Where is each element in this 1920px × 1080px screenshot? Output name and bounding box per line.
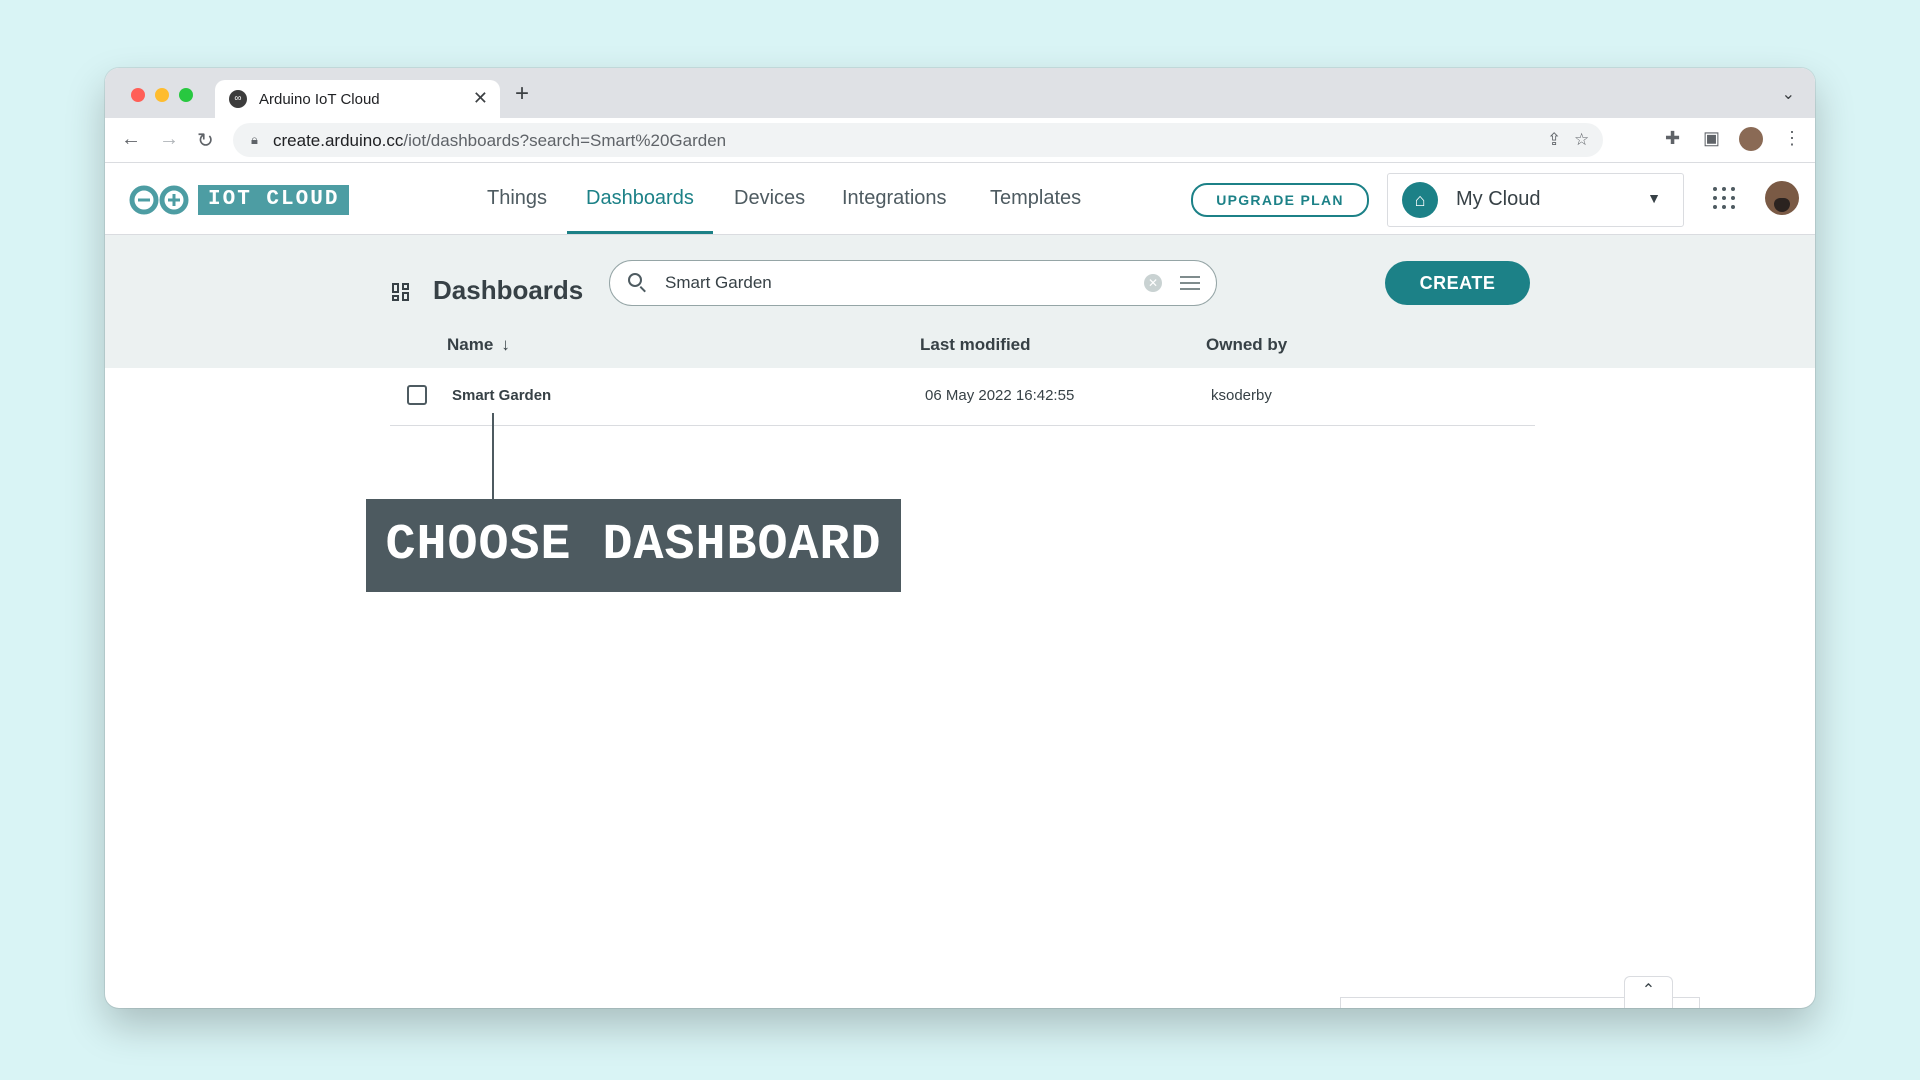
address-bar[interactable]: 🔒︎ create.arduino.cc/iot/dashboards?sear… — [233, 123, 1603, 157]
tab-close-icon[interactable]: ✕ — [473, 88, 488, 109]
minimize-window-button[interactable] — [155, 88, 169, 102]
tab-search-chevron-icon[interactable]: ⌄ — [1782, 84, 1795, 104]
create-button[interactable]: CREATE — [1385, 261, 1530, 305]
lock-icon: 🔒︎ — [251, 132, 258, 147]
callout-connector — [492, 413, 494, 499]
user-avatar[interactable] — [1765, 181, 1799, 215]
nav-devices[interactable]: Devices — [734, 163, 805, 234]
nav-things[interactable]: Things — [487, 163, 547, 234]
column-header-name[interactable]: Name ↓ — [447, 335, 510, 355]
nav-templates[interactable]: Templates — [990, 163, 1081, 234]
cloud-selector[interactable]: ⌂ My Cloud ▼ — [1387, 173, 1684, 227]
browser-window: ∞ Arduino IoT Cloud ✕ + ⌄ ← → ↻ 🔒︎ creat… — [105, 68, 1815, 1008]
search-value[interactable]: Smart Garden — [665, 273, 772, 293]
browser-toolbar: ← → ↻ 🔒︎ create.arduino.cc/iot/dashboard… — [105, 118, 1815, 163]
apps-grid-icon[interactable] — [1713, 187, 1735, 209]
browser-profile-avatar[interactable] — [1739, 127, 1763, 151]
url-text[interactable]: create.arduino.cc/iot/dashboards?search=… — [273, 131, 726, 151]
filter-icon[interactable] — [1180, 275, 1200, 291]
share-icon[interactable]: ⇪ — [1547, 130, 1561, 150]
row-last-modified: 06 May 2022 16:42:55 — [925, 387, 1075, 404]
cloud-label: My Cloud — [1456, 188, 1541, 210]
sort-down-arrow-icon: ↓ — [501, 335, 510, 354]
new-tab-button[interactable]: + — [515, 80, 529, 108]
caret-down-icon: ▼ — [1647, 190, 1661, 206]
logo-text[interactable]: IOT CLOUD — [198, 185, 350, 215]
column-header-last-modified[interactable]: Last modified — [920, 335, 1031, 355]
bookmark-star-icon[interactable]: ☆ — [1574, 130, 1589, 150]
tab-title: Arduino IoT Cloud — [259, 91, 380, 108]
close-window-button[interactable] — [131, 88, 145, 102]
dashboards-toolbar: Dashboards Smart Garden ✕ CREATE Name ↓ L… — [105, 235, 1815, 368]
maximize-window-button[interactable] — [179, 88, 193, 102]
column-header-owned-by[interactable]: Owned by — [1206, 335, 1287, 355]
app-header: IOT CLOUD Things Dashboards Devices Inte… — [105, 163, 1815, 235]
extensions-puzzle-icon[interactable]: ✚ — [1665, 128, 1680, 149]
page-title: Dashboards — [433, 275, 584, 305]
arduino-logo-icon[interactable] — [129, 185, 191, 215]
nav-dashboards[interactable]: Dashboards — [567, 163, 713, 234]
browser-menu-icon[interactable]: ⋮ — [1783, 128, 1801, 149]
search-icon — [628, 273, 642, 287]
browser-tab[interactable]: ∞ Arduino IoT Cloud ✕ — [215, 80, 500, 118]
row-name[interactable]: Smart Garden — [452, 387, 551, 404]
expand-panel-chevron-up-icon[interactable]: ⌃ — [1624, 976, 1673, 1008]
home-icon: ⌂ — [1402, 182, 1438, 218]
table-row[interactable]: Smart Garden 06 May 2022 16:42:55 ksoder… — [390, 369, 1535, 426]
reload-icon[interactable]: ↻ — [197, 128, 214, 153]
forward-arrow-icon[interactable]: → — [159, 128, 179, 151]
row-checkbox[interactable] — [407, 385, 427, 405]
side-panel-icon[interactable]: ▣ — [1703, 128, 1720, 149]
clear-search-icon[interactable]: ✕ — [1144, 274, 1162, 292]
arduino-favicon-icon: ∞ — [229, 90, 247, 108]
upgrade-plan-button[interactable]: UPGRADE PLAN — [1191, 183, 1369, 217]
search-input[interactable]: Smart Garden ✕ — [609, 260, 1217, 306]
row-owner: ksoderby — [1211, 387, 1272, 404]
back-arrow-icon[interactable]: ← — [121, 128, 141, 151]
nav-integrations[interactable]: Integrations — [842, 163, 947, 234]
tab-strip: ∞ Arduino IoT Cloud ✕ + ⌄ — [105, 68, 1815, 118]
choose-dashboard-callout: CHOOSE DASHBOARD — [366, 499, 901, 592]
dashboard-grid-icon — [392, 283, 410, 301]
